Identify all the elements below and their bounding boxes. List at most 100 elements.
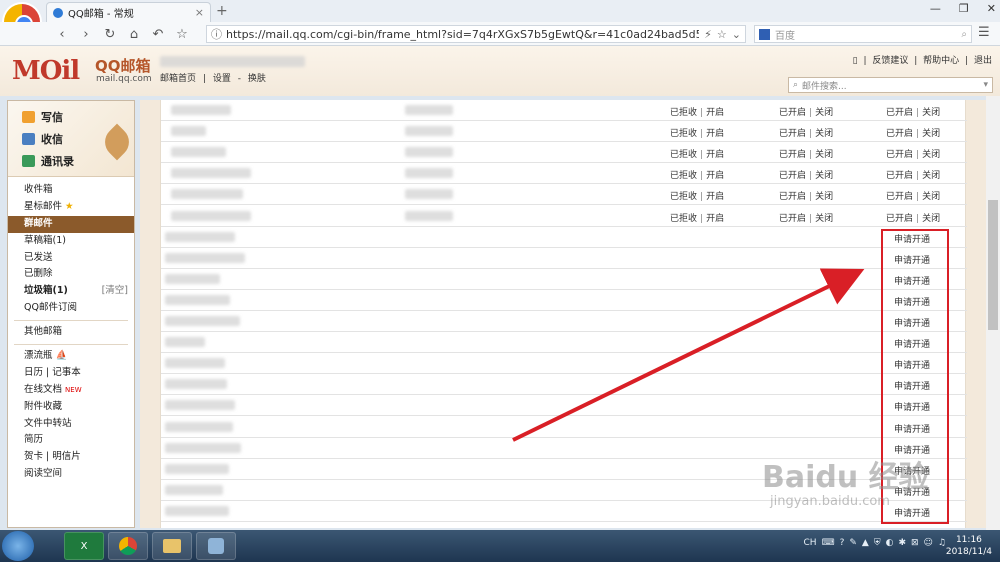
browser-menu-icon[interactable]: ☰: [978, 25, 990, 40]
toggle-link[interactable]: 开启: [706, 171, 724, 181]
taskbar-browser[interactable]: [108, 532, 148, 560]
excel-icon: X: [80, 540, 88, 552]
pen-icon[interactable]: ✎: [849, 538, 857, 548]
help-link[interactable]: 帮助中心: [923, 56, 959, 66]
toggle-link[interactable]: 关闭: [922, 214, 940, 224]
toggle-link[interactable]: 开启: [706, 108, 724, 118]
home-icon[interactable]: ⌂: [122, 27, 146, 42]
favorite-icon[interactable]: ☆: [717, 28, 727, 41]
status-icon[interactable]: ◐: [886, 538, 894, 548]
qq-mail-logo[interactable]: MOil: [12, 56, 80, 86]
security-icon[interactable]: ⛨: [874, 538, 881, 548]
chevron-down-icon[interactable]: ▾: [983, 80, 988, 90]
input-language-icon[interactable]: CH: [804, 538, 817, 548]
help-icon[interactable]: ?: [840, 538, 845, 548]
toggle-link[interactable]: 关闭: [815, 192, 833, 202]
folder-deleted[interactable]: 已删除: [8, 266, 134, 283]
logout-link[interactable]: 退出: [974, 56, 992, 66]
network-icon[interactable]: ⊠: [911, 538, 919, 548]
contacts-button[interactable]: 通讯录: [22, 153, 74, 169]
taskbar-excel[interactable]: X: [64, 532, 104, 560]
feedback-link[interactable]: 反馈建议: [872, 56, 908, 66]
app-online-docs[interactable]: 在线文档 NEW: [8, 382, 134, 399]
folder-sent[interactable]: 已发送: [8, 250, 134, 267]
folder-group-mail[interactable]: 群邮件: [8, 215, 134, 233]
scrollbar-thumb[interactable]: [988, 200, 998, 330]
close-window-icon[interactable]: ✕: [987, 2, 996, 15]
toggle-link[interactable]: 关闭: [922, 150, 940, 160]
settings-link[interactable]: 设置: [213, 74, 231, 84]
url-text[interactable]: https://mail.qq.com/cgi-bin/frame_html?s…: [226, 28, 699, 41]
undo-icon[interactable]: ↶: [146, 27, 170, 42]
app-cards[interactable]: 贺卡 | 明信片: [8, 449, 134, 466]
inbox-button[interactable]: 收信: [22, 131, 63, 147]
toggle-link[interactable]: 关闭: [922, 129, 940, 139]
empty-spam-link[interactable]: [清空]: [102, 283, 128, 300]
taskbar-clock[interactable]: 11:16 2018/11/4: [946, 534, 992, 558]
taskbar-explorer[interactable]: [152, 532, 192, 560]
toggle-link[interactable]: 关闭: [922, 192, 940, 202]
app-reading[interactable]: 阅读空间: [8, 466, 134, 483]
toggle-link[interactable]: 开启: [706, 192, 724, 202]
toggle-link[interactable]: 关闭: [815, 171, 833, 181]
reload-icon[interactable]: ↻: [98, 27, 122, 42]
app-calendar-notes[interactable]: 日历 | 记事本: [8, 365, 134, 382]
watermark-url: jingyan.baidu.com: [770, 494, 890, 509]
top-right-links: ▯ | 反馈建议 | 帮助中心 | 退出: [850, 53, 992, 66]
toggle-link[interactable]: 开启: [706, 214, 724, 224]
search-icon[interactable]: ⌕: [961, 29, 967, 40]
skin-link[interactable]: 换肤: [248, 74, 266, 84]
browser-search-box[interactable]: 百度 ⌕: [754, 25, 972, 43]
toggle-link[interactable]: 关闭: [922, 108, 940, 118]
restore-icon[interactable]: ❐: [959, 2, 969, 15]
folder-subscriptions[interactable]: QQ邮件订阅: [8, 300, 134, 317]
toggle-link[interactable]: 关闭: [815, 129, 833, 139]
mail-search-input[interactable]: ⌕ 邮件搜索... ▾: [788, 77, 993, 93]
separator: |: [916, 213, 920, 224]
mobile-icon[interactable]: ▯: [853, 56, 858, 66]
browser-icon: [119, 537, 137, 555]
taskbar-app[interactable]: [196, 532, 236, 560]
toggle-link[interactable]: 关闭: [815, 108, 833, 118]
bookmark-star-icon[interactable]: ☆: [170, 27, 194, 42]
new-tab-button[interactable]: +: [216, 3, 228, 19]
app-file-transfer[interactable]: 文件中转站: [8, 416, 134, 433]
app-resume[interactable]: 简历: [8, 432, 134, 449]
chevron-down-icon[interactable]: ⌄: [732, 28, 741, 41]
close-tab-icon[interactable]: ×: [195, 6, 204, 19]
toggle-link[interactable]: 关闭: [815, 150, 833, 160]
table-row: 已拒收 | 开启 已开启 | 关闭 已开启 | 关闭: [161, 121, 967, 143]
lightning-icon[interactable]: ⚡: [704, 28, 712, 41]
folder-drafts[interactable]: 草稿箱(1): [8, 233, 134, 250]
separator: |: [700, 213, 704, 224]
folder-starred[interactable]: 星标邮件 ★: [8, 199, 134, 216]
toggle-link[interactable]: 开启: [706, 150, 724, 160]
folder-inbox[interactable]: 收件箱: [8, 182, 134, 199]
folder-label: 垃圾箱(1): [24, 285, 68, 297]
minimize-icon[interactable]: —: [930, 2, 941, 15]
write-button[interactable]: 写信: [22, 109, 63, 125]
status-cell: 已开启 | 关闭: [886, 126, 940, 139]
address-bar[interactable]: ⓘ https://mail.qq.com/cgi-bin/frame_html…: [206, 25, 746, 43]
site-info-icon[interactable]: ⓘ: [211, 26, 222, 42]
folder-spam[interactable]: 垃圾箱(1) [清空]: [8, 283, 134, 300]
toggle-link[interactable]: 开启: [706, 129, 724, 139]
other-mailboxes[interactable]: 其他邮箱: [8, 324, 134, 341]
bluetooth-icon[interactable]: ✱: [898, 538, 906, 548]
keyboard-icon[interactable]: ⌨: [822, 538, 835, 548]
volume-icon[interactable]: ♫: [938, 538, 946, 548]
toggle-link[interactable]: 关闭: [922, 171, 940, 181]
app-drift-bottle[interactable]: 漂流瓶 ⛵: [8, 348, 134, 365]
vertical-scrollbar[interactable]: [986, 96, 1000, 530]
app-attachments[interactable]: 附件收藏: [8, 399, 134, 416]
messenger-icon[interactable]: ☺: [924, 538, 933, 548]
forward-icon[interactable]: ›: [74, 27, 98, 42]
back-icon[interactable]: ‹: [50, 27, 74, 42]
separator: |: [700, 192, 704, 203]
browser-tab[interactable]: QQ邮箱 - 常规 ×: [46, 2, 211, 22]
toggle-link[interactable]: 关闭: [815, 214, 833, 224]
show-hidden-icon[interactable]: ▲: [862, 538, 869, 548]
group-name-blurred: [165, 400, 235, 411]
start-button[interactable]: [2, 531, 34, 561]
mail-home-link[interactable]: 邮箱首页: [160, 74, 196, 84]
